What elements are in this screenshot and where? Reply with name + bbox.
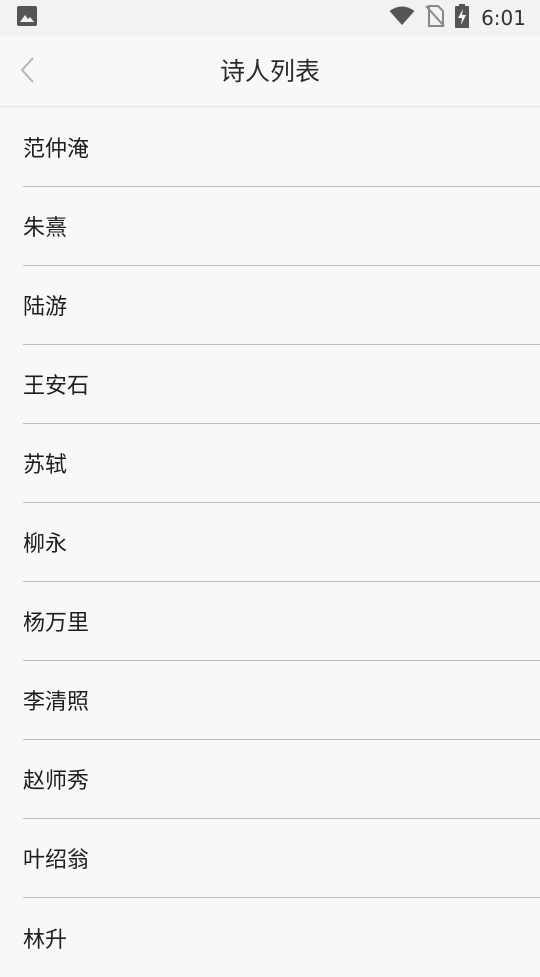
list-item[interactable]: 朱熹 bbox=[23, 187, 540, 266]
list-item[interactable]: 林升 bbox=[23, 898, 540, 977]
poet-name: 叶绍翁 bbox=[23, 848, 90, 873]
list-item[interactable]: 杨万里 bbox=[23, 582, 540, 661]
poet-name: 杨万里 bbox=[23, 611, 90, 636]
poet-name: 李清照 bbox=[23, 690, 90, 715]
list-item[interactable]: 李清照 bbox=[23, 661, 540, 740]
list-item[interactable]: 叶绍翁 bbox=[23, 819, 540, 898]
poet-list: 范仲淹 朱熹 陆游 王安石 苏轼 柳永 杨万里 李清照 赵师秀 叶绍翁 林升 bbox=[0, 108, 540, 977]
battery-charging-icon bbox=[455, 4, 470, 32]
title-bar: 诗人列表 bbox=[0, 36, 540, 107]
list-item[interactable]: 柳永 bbox=[23, 503, 540, 582]
poet-name: 王安石 bbox=[23, 374, 90, 399]
status-bar: 6:01 bbox=[0, 0, 540, 36]
poet-name: 朱熹 bbox=[23, 216, 68, 241]
poet-name: 范仲淹 bbox=[23, 137, 90, 162]
image-icon bbox=[17, 6, 37, 30]
list-item[interactable]: 陆游 bbox=[23, 266, 540, 345]
list-item[interactable]: 王安石 bbox=[23, 345, 540, 424]
wifi-icon bbox=[389, 6, 415, 30]
list-item[interactable]: 赵师秀 bbox=[23, 740, 540, 819]
poet-name: 陆游 bbox=[23, 295, 68, 320]
poet-name: 苏轼 bbox=[23, 453, 68, 478]
page-title: 诗人列表 bbox=[219, 57, 320, 86]
poet-name: 赵师秀 bbox=[23, 769, 90, 794]
poet-name: 林升 bbox=[23, 927, 68, 953]
status-time: 6:01 bbox=[481, 6, 526, 30]
list-item[interactable]: 苏轼 bbox=[23, 424, 540, 503]
list-item[interactable]: 范仲淹 bbox=[23, 108, 540, 187]
no-sim-icon bbox=[425, 5, 445, 31]
poet-name: 柳永 bbox=[23, 532, 68, 557]
